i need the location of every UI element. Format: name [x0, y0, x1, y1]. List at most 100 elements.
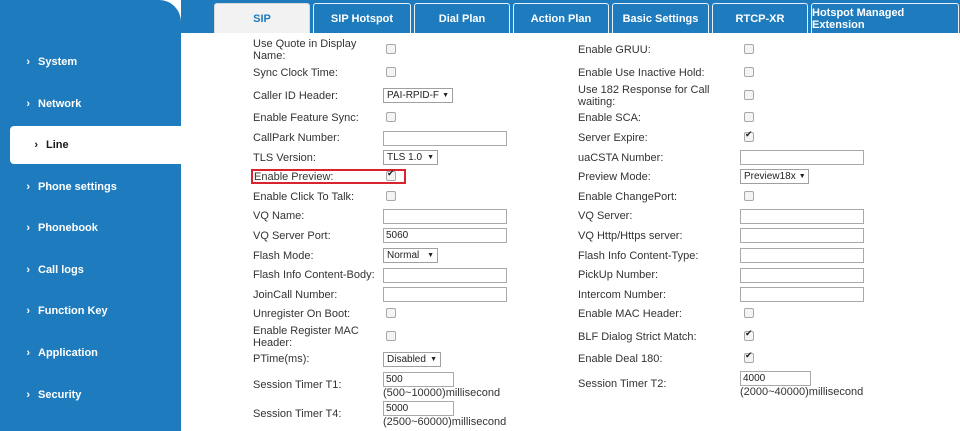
sidebar-item-label: Application: [38, 347, 98, 359]
enable-feature-sync-label: Enable Feature Sync:: [253, 112, 359, 124]
intercom-number-label: Intercom Number:: [578, 289, 667, 301]
chevron-right-icon: ›: [26, 389, 30, 401]
enable-register-mac-checkbox[interactable]: [386, 331, 396, 341]
chevron-down-icon: ▼: [798, 173, 806, 180]
sidebar-item-network[interactable]: › Network: [0, 85, 181, 123]
enable-inactive-hold-checkbox[interactable]: [744, 67, 754, 77]
flash-mode-label: Flash Mode:: [253, 250, 314, 262]
chevron-down-icon: ▼: [427, 252, 434, 259]
session-timer-t1-input[interactable]: 500: [383, 372, 454, 387]
flash-info-type-input[interactable]: [740, 248, 864, 263]
vq-server-input[interactable]: [740, 209, 864, 224]
ptime-select[interactable]: Disabled ▼: [383, 352, 441, 367]
enable-feature-sync-checkbox[interactable]: [386, 112, 396, 122]
session-timer-t1-hint: (500~10000)millisecond: [383, 387, 501, 399]
blf-dialog-strict-checkbox[interactable]: [744, 329, 754, 341]
sidebar-item-system[interactable]: › System: [0, 43, 181, 81]
enable-mac-header-checkbox[interactable]: [744, 308, 754, 318]
callpark-number-label: CallPark Number:: [253, 132, 340, 144]
joincall-number-input[interactable]: [383, 287, 507, 302]
session-timer-t4-input[interactable]: 5000: [383, 401, 454, 416]
sync-clock-checkbox[interactable]: [386, 67, 396, 77]
enable-mac-header-label: Enable MAC Header:: [578, 308, 682, 320]
use-182-checkbox[interactable]: [744, 90, 754, 100]
vq-name-label: VQ Name:: [253, 210, 305, 222]
sync-clock-label: Sync Clock Time:: [253, 67, 338, 79]
chevron-down-icon: ▼: [442, 92, 449, 99]
session-timer-t4-hint: (2500~60000)millisecond: [383, 416, 507, 428]
tab-basic-settings[interactable]: Basic Settings: [612, 3, 709, 33]
enable-sca-label: Enable SCA:: [578, 112, 641, 124]
session-timer-t1-label: Session Timer T1:: [253, 379, 342, 391]
unregister-on-boot-checkbox[interactable]: [386, 308, 396, 318]
chevron-right-icon: ›: [26, 264, 30, 276]
sidebar-item-security[interactable]: › Security: [0, 376, 181, 414]
sidebar-item-label: Line: [46, 139, 69, 151]
enable-sca-checkbox[interactable]: [744, 112, 754, 122]
tls-version-label: TLS Version:: [253, 152, 316, 164]
vq-http-server-label: VQ Http/Https server:: [578, 230, 683, 242]
chevron-down-icon: ▼: [430, 356, 437, 363]
tab-dial-plan[interactable]: Dial Plan: [414, 3, 510, 33]
sidebar-item-label: Function Key: [38, 305, 108, 317]
session-timer-t2-input[interactable]: 4000: [740, 371, 811, 386]
enable-register-mac-label: Enable Register MAC Header:: [253, 325, 359, 349]
enable-preview-checkbox[interactable]: [386, 169, 396, 181]
sidebar-item-label: Security: [38, 389, 82, 401]
use-182-label: Use 182 Response for Call waiting:: [578, 84, 710, 108]
unregister-on-boot-label: Unregister On Boot:: [253, 308, 351, 320]
chevron-right-icon: ›: [26, 56, 30, 68]
chevron-right-icon: ›: [26, 181, 30, 193]
sidebar-item-phone-settings[interactable]: › Phone settings: [0, 168, 181, 206]
intercom-number-input[interactable]: [740, 287, 864, 302]
server-expire-checkbox[interactable]: [744, 130, 754, 142]
flash-mode-select[interactable]: Normal ▼: [383, 248, 438, 263]
pickup-number-input[interactable]: [740, 268, 864, 283]
sidebar-item-function-key[interactable]: › Function Key: [0, 292, 181, 330]
use-quote-checkbox[interactable]: [386, 44, 396, 54]
enable-deal-180-checkbox[interactable]: [744, 351, 754, 363]
blf-dialog-strict-label: BLF Dialog Strict Match:: [578, 331, 697, 343]
chevron-right-icon: ›: [26, 98, 30, 110]
tab-sip-hotspot[interactable]: SIP Hotspot: [313, 3, 411, 33]
callpark-number-input[interactable]: [383, 131, 507, 146]
sidebar-item-label: Phone settings: [38, 181, 117, 193]
tab-hotspot-managed-extension[interactable]: Hotspot Managed Extension: [811, 3, 959, 33]
flash-info-type-label: Flash Info Content-Type:: [578, 250, 699, 262]
enable-inactive-hold-label: Enable Use Inactive Hold:: [578, 67, 705, 79]
enable-click-to-talk-checkbox[interactable]: [386, 191, 396, 201]
vq-server-port-label: VQ Server Port:: [253, 230, 331, 242]
sidebar-item-phonebook[interactable]: › Phonebook: [0, 209, 181, 247]
tab-sip[interactable]: SIP: [214, 3, 310, 33]
vq-server-port-input[interactable]: 5060: [383, 228, 507, 243]
uacsta-number-input[interactable]: [740, 150, 864, 165]
joincall-number-label: JoinCall Number:: [253, 289, 338, 301]
enable-changeport-checkbox[interactable]: [744, 191, 754, 201]
sidebar-item-label: Phonebook: [38, 222, 98, 234]
caller-id-header-select[interactable]: PAI-RPID-F ▼: [383, 88, 453, 103]
enable-gruu-label: Enable GRUU:: [578, 44, 651, 56]
sidebar-item-line[interactable]: › Line: [10, 126, 181, 164]
use-quote-label: Use Quote in Display Name:: [253, 38, 357, 62]
preview-mode-select[interactable]: Preview18x ▼: [740, 169, 809, 184]
sidebar-item-call-logs[interactable]: › Call logs: [0, 251, 181, 289]
sidebar-item-label: System: [38, 56, 78, 68]
vq-name-input[interactable]: [383, 209, 507, 224]
enable-gruu-checkbox[interactable]: [744, 44, 754, 54]
session-timer-t2-hint: (2000~40000)millisecond: [740, 386, 864, 398]
flash-info-body-input[interactable]: [383, 268, 507, 283]
enable-deal-180-label: Enable Deal 180:: [578, 353, 663, 365]
uacsta-number-label: uaCSTA Number:: [578, 152, 664, 164]
flash-info-body-label: Flash Info Content-Body:: [253, 269, 375, 281]
tls-version-select[interactable]: TLS 1.0 ▼: [383, 150, 438, 165]
chevron-right-icon: ›: [26, 222, 30, 234]
enable-click-to-talk-label: Enable Click To Talk:: [253, 191, 355, 203]
session-timer-t4-label: Session Timer T4:: [253, 408, 342, 420]
caller-id-header-label: Caller ID Header:: [253, 90, 338, 102]
tab-action-plan[interactable]: Action Plan: [513, 3, 609, 33]
chevron-right-icon: ›: [34, 139, 38, 151]
tab-rtcp-xr[interactable]: RTCP-XR: [712, 3, 808, 33]
vq-http-server-input[interactable]: [740, 228, 864, 243]
sidebar-item-application[interactable]: › Application: [0, 334, 181, 372]
sidebar: › System › Network › Line › Phone settings ›…: [0, 0, 181, 431]
